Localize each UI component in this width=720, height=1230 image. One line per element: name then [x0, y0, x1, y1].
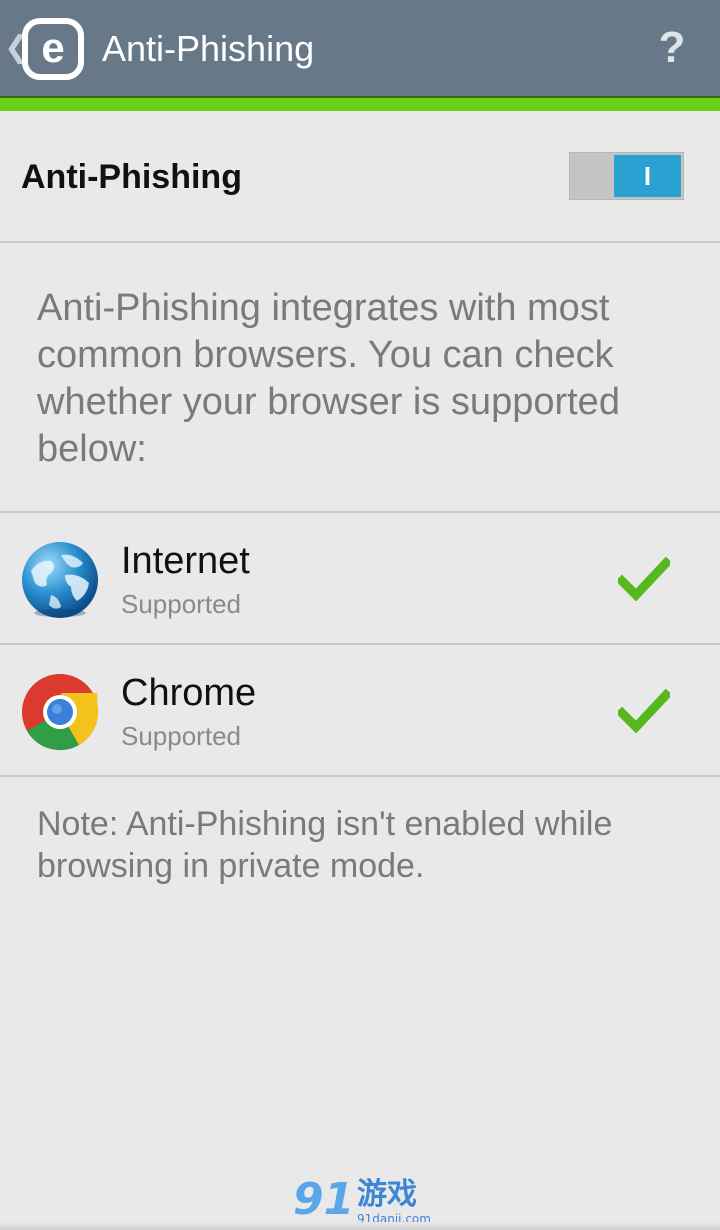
anti-phishing-toggle[interactable]: I	[569, 152, 684, 200]
accent-bar	[0, 96, 720, 111]
chrome-icon	[22, 674, 99, 751]
browser-status: Supported	[121, 721, 241, 751]
page-title: Anti-Phishing	[102, 28, 315, 69]
browser-status: Supported	[121, 589, 241, 619]
browser-row-internet[interactable]: Internet Supported	[0, 513, 720, 643]
toggle-state-text: I	[643, 161, 652, 191]
watermark-cn: 游戏	[357, 1177, 417, 1212]
toggle-thumb: I	[614, 155, 681, 197]
private-mode-note: Note: Anti-Phishing isn't enabled while …	[37, 805, 613, 885]
browser-row-chrome[interactable]: Chrome Supported	[0, 645, 720, 775]
toggle-label: Anti-Phishing	[21, 158, 242, 196]
action-bar: ❮ e Anti-Phishing ?	[0, 0, 720, 96]
description-text: Anti-Phishing integrates with most commo…	[37, 287, 620, 470]
check-icon	[618, 557, 670, 601]
browser-name: Chrome	[121, 672, 257, 714]
anti-phishing-toggle-row[interactable]: Anti-Phishing I	[0, 111, 720, 243]
watermark-logo: 91 游戏 91danji.com	[293, 1175, 433, 1227]
app-logo-letter: e	[41, 24, 65, 71]
divider	[0, 775, 720, 777]
eset-logo-icon[interactable]: e	[22, 18, 84, 80]
check-icon	[618, 689, 670, 733]
browser-name: Internet	[121, 540, 250, 582]
anti-phishing-screen: ❮ e Anti-Phishing ? Anti-Phishing I Anti…	[0, 0, 720, 1230]
bottom-edge	[0, 1222, 720, 1230]
globe-icon	[22, 542, 98, 618]
help-icon[interactable]: ?	[654, 24, 690, 72]
watermark-brand: 91	[293, 1174, 355, 1225]
